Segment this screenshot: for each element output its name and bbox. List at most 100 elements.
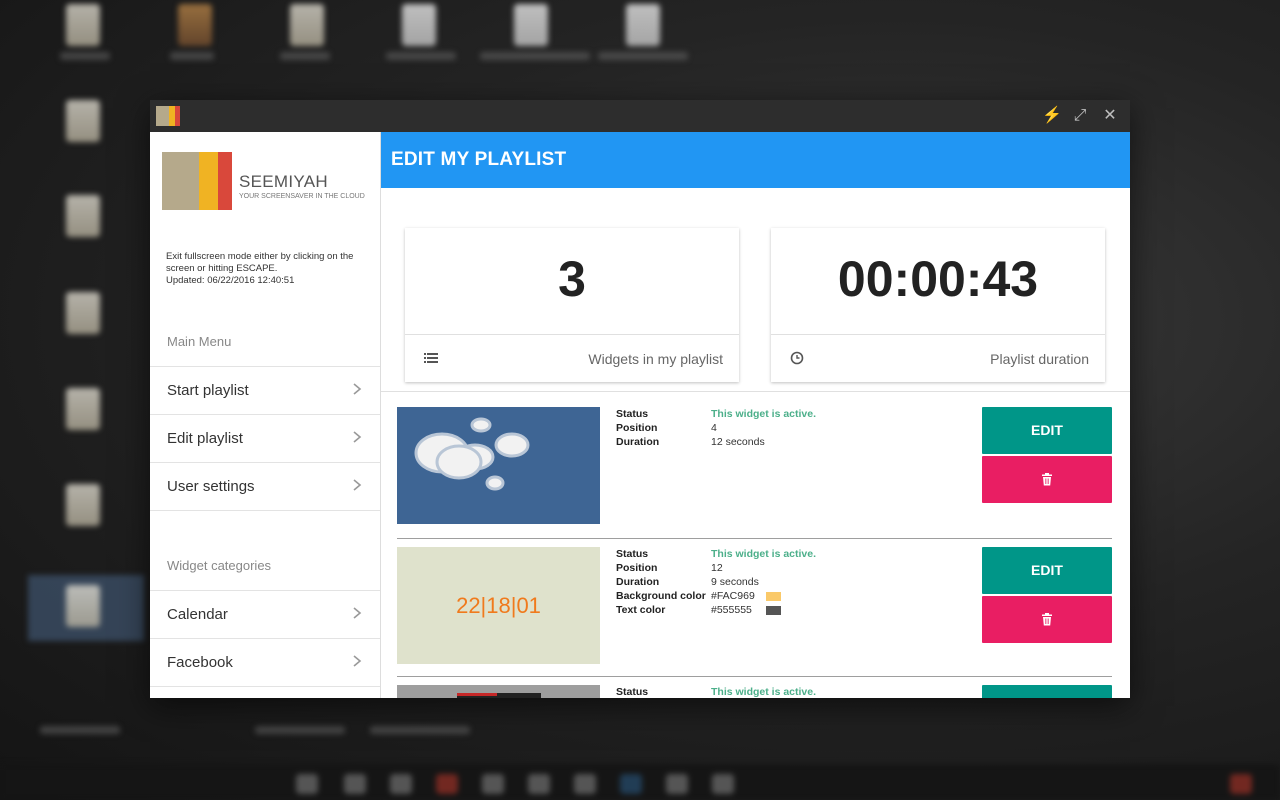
desktop-file-icon [66, 195, 100, 237]
taskbar-app-icon[interactable] [712, 774, 734, 794]
flash-icon[interactable]: ⚡ [1042, 106, 1062, 126]
category-item-label: Calendar [167, 606, 228, 623]
edit-widget-button[interactable]: EDIT [982, 685, 1112, 698]
taskbar-app-icon[interactable] [620, 774, 642, 794]
playlist-widget-row: Status This widget is active. Position 4 D… [397, 407, 1112, 525]
desktop-file-label [480, 52, 590, 60]
taskbar-app-icon[interactable] [436, 774, 458, 794]
menu-item-label: User settings [167, 478, 255, 495]
expand-icon[interactable]: ⤢ [1070, 106, 1090, 126]
edit-widget-button[interactable]: EDIT [982, 407, 1112, 454]
playlist-duration-card: 00:00:43 Playlist duration [771, 228, 1105, 382]
taskbar-app-icon[interactable] [574, 774, 596, 794]
brand-logo-icon [162, 152, 232, 210]
card-footer: Widgets in my playlist [405, 334, 739, 382]
taskbar-app-icon[interactable] [296, 774, 318, 794]
widget-thumbnail-clock[interactable]: 22|18|01 [397, 547, 600, 664]
text-color-value: #555555 [711, 604, 752, 616]
fullscreen-info: Exit fullscreen mode either by clicking … [166, 251, 371, 287]
widget-count-card: 3 Widgets in my playlist [405, 228, 739, 382]
background-color-value: #FAC969 [711, 590, 755, 602]
category-item-calendar[interactable]: Calendar [150, 590, 380, 638]
menu-item-user-settings[interactable]: User settings [150, 462, 380, 511]
taskbar-tray-icon[interactable] [1230, 774, 1252, 794]
desktop-file-label [280, 52, 330, 60]
taskbar-app-icon[interactable] [390, 774, 412, 794]
page-header: EDIT MY PLAYLIST [381, 132, 1130, 188]
menu-item-label: Start playlist [167, 382, 249, 399]
status-value: This widget is active. [711, 548, 817, 560]
status-value: This widget is active. [711, 686, 817, 698]
status-key: Status [616, 408, 649, 420]
trash-icon [1042, 473, 1052, 486]
brand-tagline: YOUR SCREENSAVER IN THE CLOUD [239, 193, 365, 200]
widget-thumbnail[interactable] [397, 685, 600, 698]
row-divider [397, 676, 1112, 677]
position-key: Position [616, 562, 658, 574]
desktop-file-label [255, 726, 345, 734]
fullscreen-hint: Exit fullscreen mode either by clicking … [166, 251, 354, 274]
desktop-file-label [598, 52, 688, 60]
playlist-widget-row: Status This widget is active. EDIT [397, 685, 1112, 698]
desktop-file-label [386, 52, 456, 60]
clouds-image [414, 417, 530, 491]
menu-item-edit-playlist[interactable]: Edit playlist [150, 414, 380, 462]
playlist-widget-row: 22|18|01 Status This widget is active. Po… [397, 547, 1112, 665]
category-item-facebook[interactable]: Facebook [150, 638, 380, 687]
desktop-file-icon [514, 4, 548, 46]
desktop-file-label [60, 52, 110, 60]
chevron-right-icon [353, 383, 362, 395]
app-window: ⚡ ⤢ ✕ SEEMIYAH YOUR SCREENSAVER IN THE C… [150, 100, 1130, 698]
widget-thumbnail-clouds[interactable] [397, 407, 600, 524]
text-color-swatch [766, 606, 781, 615]
seemiyah-logo-icon [156, 106, 180, 126]
divider [381, 391, 1130, 392]
duration-value: 9 seconds [711, 576, 759, 588]
page-title: EDIT MY PLAYLIST [391, 149, 567, 170]
list-icon [424, 353, 438, 363]
desktop-file-icon [66, 4, 100, 46]
desktop-file-icon [626, 4, 660, 46]
delete-widget-button[interactable] [982, 456, 1112, 503]
main-content: EDIT MY PLAYLIST 3 Widgets in my playlis… [381, 132, 1130, 698]
updated-timestamp: Updated: 06/22/2016 12:40:51 [166, 275, 295, 286]
playlist-duration-label: Playlist duration [990, 351, 1089, 367]
position-value: 4 [711, 422, 717, 434]
chevron-right-icon [353, 431, 362, 443]
background-color-key: Background color [616, 590, 706, 602]
taskbar-app-icon[interactable] [344, 774, 366, 794]
delete-widget-button[interactable] [982, 596, 1112, 643]
menu-item-start-playlist[interactable]: Start playlist [150, 366, 380, 414]
desktop-file-icon [66, 388, 100, 430]
status-value: This widget is active. [711, 408, 817, 420]
category-item-label: Facebook [167, 654, 233, 671]
taskbar-app-icon[interactable] [528, 774, 550, 794]
chevron-right-icon [353, 655, 362, 667]
desktop-file-label [40, 726, 120, 734]
taskbar [0, 764, 1280, 800]
widget-count-label: Widgets in my playlist [588, 351, 723, 367]
taskbar-app-icon[interactable] [666, 774, 688, 794]
desktop-file-icon [66, 585, 100, 627]
thumbnail-time-text: 22|18|01 [456, 593, 541, 618]
desktop-file-label [170, 52, 214, 60]
close-icon[interactable]: ✕ [1100, 106, 1120, 126]
sidebar: SEEMIYAH YOUR SCREENSAVER IN THE CLOUD E… [150, 132, 381, 698]
taskbar-app-icon[interactable] [482, 774, 504, 794]
main-menu-label: Main Menu [167, 334, 232, 349]
status-key: Status [616, 548, 649, 560]
row-divider [397, 538, 1112, 539]
edit-widget-button[interactable]: EDIT [982, 547, 1112, 594]
desktop-file-icon [290, 4, 324, 46]
background-color-swatch [766, 592, 781, 601]
duration-key: Duration [616, 436, 660, 448]
position-key: Position [616, 422, 658, 434]
text-color-key: Text color [616, 604, 666, 616]
position-value: 12 [711, 562, 723, 574]
brand-name: SEEMIYAH [239, 172, 328, 191]
desktop-file-icon [66, 100, 100, 142]
desktop-file-label [370, 726, 470, 734]
desktop-file-icon [402, 4, 436, 46]
widget-count-value: 3 [558, 251, 586, 307]
duration-key: Duration [616, 576, 660, 588]
